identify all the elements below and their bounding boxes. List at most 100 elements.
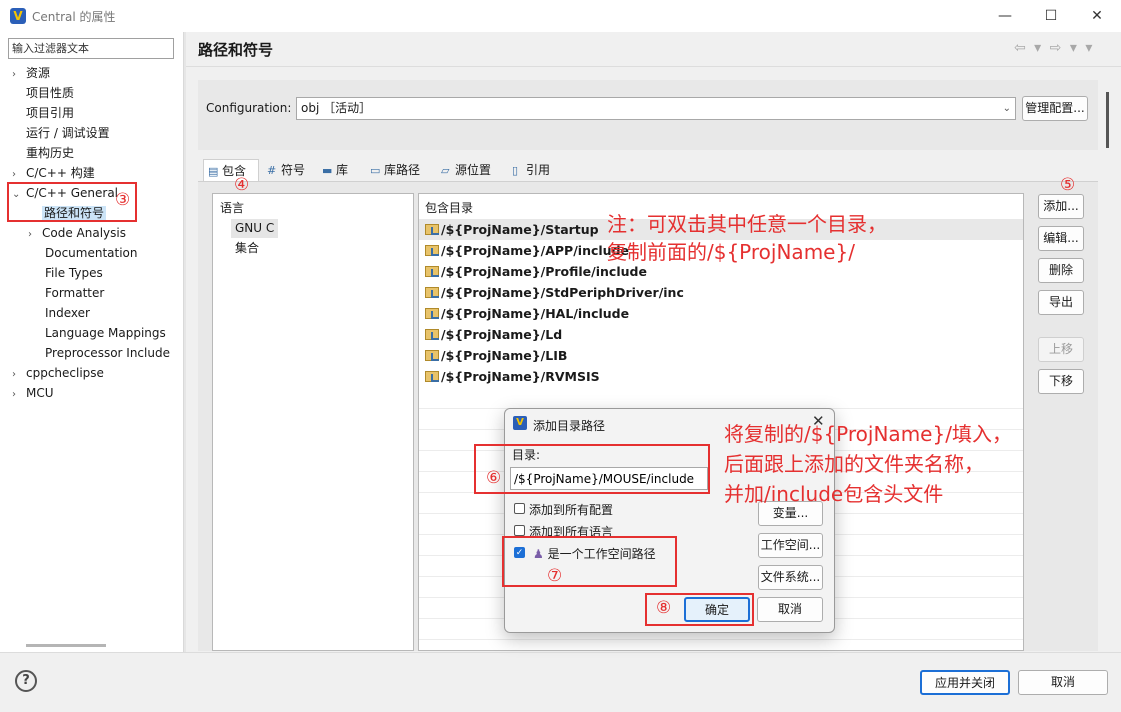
language-item-set[interactable]: 集合 xyxy=(235,239,259,258)
annotation-box xyxy=(474,444,710,494)
include-dir-header: 包含目录 xyxy=(425,201,474,215)
sidebar-item-indexer[interactable]: Indexer xyxy=(45,303,90,323)
annotation-number: ⑤ xyxy=(1060,175,1076,195)
dialog-app-icon: V xyxy=(513,416,527,430)
export-button[interactable]: 导出 xyxy=(1038,290,1084,315)
sidebar-item-label: 运行 / 调试设置 xyxy=(26,126,110,140)
sidebar-item-resources[interactable]: › 资源 xyxy=(12,63,50,83)
sidebar-item-label: MCU xyxy=(26,386,54,400)
source-location-icon: ▱ xyxy=(441,164,450,177)
tab-include[interactable]: ▤ 包含 xyxy=(203,159,259,181)
annotation-note: 并加/include包含头文件 xyxy=(724,482,944,506)
sidebar-item-documentation[interactable]: Documentation xyxy=(45,243,138,263)
sidebar-item-cpp-build[interactable]: › C/C++ 构建 xyxy=(12,163,95,183)
dialog-title: 添加目录路径 xyxy=(533,419,606,433)
tab-symbols[interactable]: # 符号 xyxy=(263,159,315,181)
sidebar-item-label: Formatter xyxy=(45,286,105,300)
table-row[interactable]: /${ProjName}/Ld xyxy=(419,324,1023,345)
title-bar xyxy=(0,0,1121,32)
folder-include-icon xyxy=(425,224,439,235)
move-up-button[interactable]: 上移 xyxy=(1038,337,1084,362)
manage-config-button[interactable]: 管理配置... xyxy=(1022,96,1088,121)
apply-and-close-button[interactable]: 应用并关闭 xyxy=(920,670,1010,695)
sidebar-scrollbar[interactable] xyxy=(26,644,106,647)
annotation-number: ③ xyxy=(115,190,131,210)
folder-include-icon xyxy=(425,308,439,319)
language-header: 语言 xyxy=(220,201,245,215)
annotation-note: 后面跟上添加的文件夹名称， xyxy=(724,452,984,476)
chevron-right-icon[interactable]: › xyxy=(12,365,26,385)
filter-input[interactable] xyxy=(8,38,174,59)
sidebar-item-code-analysis[interactable]: › Code Analysis xyxy=(28,223,126,243)
annotation-box xyxy=(502,536,677,587)
pane-splitter[interactable] xyxy=(184,32,186,652)
edit-button[interactable]: 编辑... xyxy=(1038,226,1084,251)
window-title: Central 的属性 xyxy=(32,10,116,24)
cancel-button[interactable]: 取消 xyxy=(1018,670,1108,695)
main-scrollbar[interactable] xyxy=(1106,92,1109,148)
chevron-right-icon[interactable]: › xyxy=(12,385,26,405)
library-icon: ▬ xyxy=(322,164,333,177)
tab-library-path[interactable]: ▭ 库路径 xyxy=(366,159,432,181)
table-row[interactable]: /${ProjName}/HAL/include xyxy=(419,303,1023,324)
help-icon[interactable]: ? xyxy=(15,670,37,692)
include-dir-path: /${ProjName}/RVMSIS xyxy=(441,369,600,384)
tab-label: 引用 xyxy=(526,163,551,177)
annotation-note: 注：可双击其中任意一个目录， xyxy=(607,212,887,236)
tab-label: 库路径 xyxy=(384,163,421,177)
annotation-note: 复制前面的/${ProjName}/ xyxy=(607,240,855,264)
sidebar-item-label: 项目引用 xyxy=(26,106,75,120)
language-list xyxy=(212,193,414,651)
app-icon: V xyxy=(10,8,26,24)
add-button[interactable]: 添加... xyxy=(1038,194,1084,219)
sidebar-item-formatter[interactable]: Formatter xyxy=(45,283,104,303)
configuration-select[interactable]: obj ［活动］ ⌄ xyxy=(296,97,1016,120)
header-divider xyxy=(186,66,1121,67)
chevron-right-icon[interactable]: › xyxy=(12,65,26,85)
table-row[interactable]: /${ProjName}/LIB xyxy=(419,345,1023,366)
tab-library[interactable]: ▬ 库 xyxy=(318,159,362,181)
chevron-right-icon[interactable]: › xyxy=(28,225,42,245)
sidebar-item-refactor-history[interactable]: 重构历史 xyxy=(26,143,74,163)
add-to-all-langs-checkbox[interactable] xyxy=(514,525,525,536)
sidebar-item-file-types[interactable]: File Types xyxy=(45,263,103,283)
row-divider xyxy=(419,639,1023,640)
add-to-all-configs-checkbox[interactable] xyxy=(514,503,525,514)
include-dir-path: /${ProjName}/Ld xyxy=(441,327,563,342)
folder-include-icon xyxy=(425,329,439,340)
annotation-number: ⑥ xyxy=(486,468,502,488)
sidebar-item-project-nature[interactable]: 项目性质 xyxy=(26,83,74,103)
language-item-gnu-c[interactable]: GNU C xyxy=(231,219,279,238)
sidebar-item-label: File Types xyxy=(45,266,103,280)
sidebar-item-label: Preprocessor Include xyxy=(45,346,170,360)
reference-icon: ▯ xyxy=(512,164,519,177)
filesystem-button[interactable]: 文件系统... xyxy=(758,565,823,590)
folder-include-icon xyxy=(425,266,439,277)
table-row[interactable]: /${ProjName}/StdPeriphDriver/inc xyxy=(419,282,1023,303)
sidebar-item-mcu[interactable]: › MCU xyxy=(12,383,54,403)
sidebar-item-language-mappings[interactable]: Language Mappings xyxy=(45,323,166,343)
delete-button[interactable]: 删除 xyxy=(1038,258,1084,283)
dialog-cancel-button[interactable]: 取消 xyxy=(757,597,823,622)
sidebar-item-label: Code Analysis xyxy=(42,226,126,240)
sidebar-item-run-debug[interactable]: 运行 / 调试设置 xyxy=(26,123,110,143)
move-down-button[interactable]: 下移 xyxy=(1038,369,1084,394)
minimize-button[interactable]: — xyxy=(982,0,1028,32)
page-title: 路径和符号 xyxy=(198,41,274,59)
maximize-button[interactable]: ☐ xyxy=(1028,0,1074,32)
sidebar-item-preprocessor-include[interactable]: Preprocessor Include xyxy=(45,343,170,363)
sidebar-item-project-refs[interactable]: 项目引用 xyxy=(26,103,74,123)
configuration-value: obj ［活动］ xyxy=(301,101,372,115)
sidebar-item-cppcheclipse[interactable]: › cppcheclipse xyxy=(12,363,104,383)
close-button[interactable]: ✕ xyxy=(1074,0,1120,32)
sidebar-item-label: Indexer xyxy=(45,306,90,320)
sidebar-item-label: Language Mappings xyxy=(45,326,166,340)
workspace-button[interactable]: 工作空间... xyxy=(758,533,823,558)
tab-source-location[interactable]: ▱ 源位置 xyxy=(437,159,503,181)
sidebar-item-label: 资源 xyxy=(26,66,51,80)
nav-arrows-icon[interactable]: ⇦ ▾ ⇨ ▾ ▾ xyxy=(1014,40,1094,56)
include-dir-path: /${ProjName}/HAL/include xyxy=(441,306,630,321)
table-row[interactable]: /${ProjName}/RVMSIS xyxy=(419,366,1023,387)
tab-reference[interactable]: ▯ 引用 xyxy=(508,159,560,181)
library-path-icon: ▭ xyxy=(370,164,381,177)
